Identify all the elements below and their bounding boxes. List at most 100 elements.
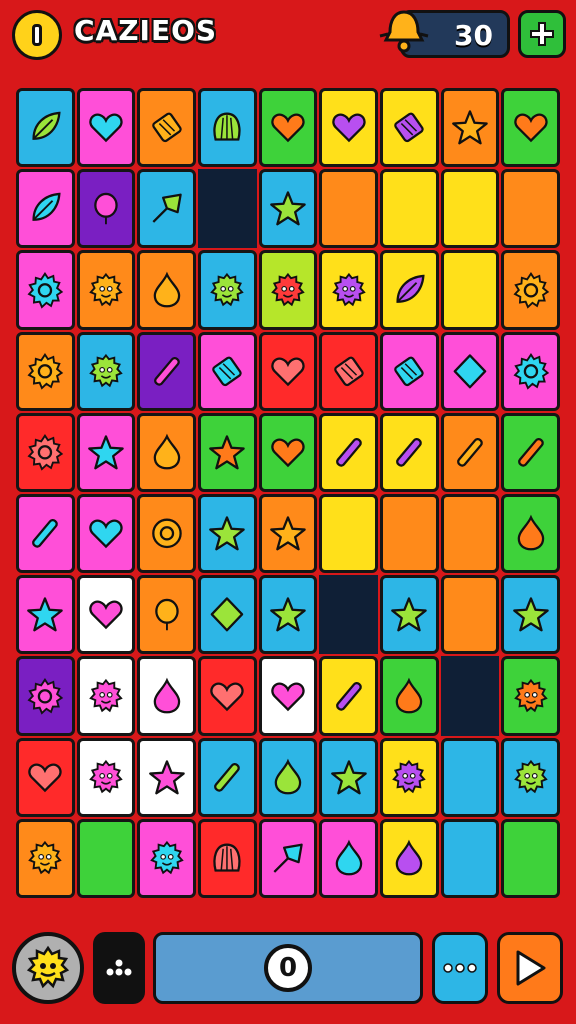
board-tile[interactable] xyxy=(258,250,318,330)
board-tile[interactable] xyxy=(137,250,196,330)
play-button[interactable] xyxy=(497,932,563,1004)
board-tile[interactable] xyxy=(440,331,500,411)
dots-menu-button[interactable] xyxy=(93,932,145,1004)
board-tile[interactable] xyxy=(440,575,500,655)
board-tile[interactable] xyxy=(76,331,136,411)
bell-icon[interactable] xyxy=(378,6,430,58)
board-tile[interactable] xyxy=(319,656,378,736)
board-tile[interactable] xyxy=(258,656,318,736)
board-tile[interactable] xyxy=(137,575,196,655)
board-tile[interactable] xyxy=(16,250,75,330)
board-tile[interactable] xyxy=(76,818,136,898)
back-button[interactable] xyxy=(12,10,62,60)
progress-value: 0 xyxy=(278,953,298,983)
wand-icon xyxy=(32,519,59,548)
board-tile[interactable] xyxy=(198,331,257,411)
add-button[interactable] xyxy=(518,10,566,58)
board-tile[interactable] xyxy=(16,656,75,736)
board-tile[interactable] xyxy=(380,818,439,898)
board-tile[interactable] xyxy=(501,656,560,736)
board-tile[interactable] xyxy=(440,169,500,249)
board-tile[interactable] xyxy=(319,250,378,330)
shell-icon xyxy=(213,112,241,141)
board-tile[interactable] xyxy=(501,250,560,330)
board-tile[interactable] xyxy=(16,737,75,817)
board-tile[interactable] xyxy=(380,88,439,168)
board-tile[interactable] xyxy=(380,250,439,330)
board-tile[interactable] xyxy=(319,331,378,411)
board-tile[interactable] xyxy=(319,412,378,492)
board-tile[interactable] xyxy=(440,494,500,574)
board-tile[interactable] xyxy=(137,412,196,492)
board-tile[interactable] xyxy=(258,575,318,655)
board-tile[interactable] xyxy=(258,494,318,574)
board-tile[interactable] xyxy=(76,656,136,736)
board-tile[interactable] xyxy=(137,656,196,736)
board-tile[interactable] xyxy=(319,88,378,168)
board-tile[interactable] xyxy=(501,575,560,655)
board-tile[interactable] xyxy=(319,494,378,574)
board-tile[interactable] xyxy=(76,169,136,249)
board-tile[interactable] xyxy=(198,88,257,168)
board-tile[interactable] xyxy=(380,331,439,411)
board-tile[interactable] xyxy=(501,412,560,492)
board-tile[interactable] xyxy=(76,737,136,817)
board-tile[interactable] xyxy=(137,737,196,817)
star-icon xyxy=(270,191,306,226)
board-tile[interactable] xyxy=(16,88,75,168)
board-tile[interactable] xyxy=(440,818,500,898)
board-tile[interactable] xyxy=(76,494,136,574)
board-tile[interactable] xyxy=(501,494,560,574)
board-tile[interactable] xyxy=(198,250,257,330)
board-tile[interactable] xyxy=(380,494,439,574)
board-tile[interactable] xyxy=(440,250,500,330)
progress-bar[interactable]: 0 xyxy=(153,932,423,1004)
board-tile[interactable] xyxy=(501,331,560,411)
board-tile[interactable] xyxy=(76,575,136,655)
board-tile[interactable] xyxy=(76,412,136,492)
board-tile[interactable] xyxy=(137,494,196,574)
board-tile[interactable] xyxy=(198,656,257,736)
board-tile[interactable] xyxy=(440,88,500,168)
board-tile[interactable] xyxy=(16,331,75,411)
board-tile[interactable] xyxy=(501,169,560,249)
board-tile[interactable] xyxy=(258,818,318,898)
board-tile[interactable] xyxy=(380,575,439,655)
board-tile[interactable] xyxy=(258,412,318,492)
board-tile[interactable] xyxy=(440,737,500,817)
board-tile[interactable] xyxy=(16,169,75,249)
board-tile[interactable] xyxy=(258,737,318,817)
more-button[interactable] xyxy=(432,932,488,1004)
board-tile[interactable] xyxy=(198,412,257,492)
board-tile[interactable] xyxy=(16,818,75,898)
board-tile[interactable] xyxy=(501,88,560,168)
board-tile[interactable] xyxy=(380,656,439,736)
board-tile[interactable] xyxy=(76,88,136,168)
board-tile[interactable] xyxy=(258,169,318,249)
avatar-button[interactable] xyxy=(12,932,84,1004)
board-tile[interactable] xyxy=(137,818,196,898)
board-tile[interactable] xyxy=(380,169,439,249)
board-tile[interactable] xyxy=(380,737,439,817)
board-tile[interactable] xyxy=(198,818,257,898)
board-tile[interactable] xyxy=(137,169,196,249)
monster-icon xyxy=(89,353,123,388)
board-tile[interactable] xyxy=(380,412,439,492)
board-tile[interactable] xyxy=(501,737,560,817)
board-tile[interactable] xyxy=(16,575,75,655)
board-tile[interactable] xyxy=(16,412,75,492)
board-tile[interactable] xyxy=(319,818,378,898)
board-tile[interactable] xyxy=(319,737,378,817)
board-tile[interactable] xyxy=(258,331,318,411)
board-tile[interactable] xyxy=(258,88,318,168)
board-tile[interactable] xyxy=(76,250,136,330)
board-tile[interactable] xyxy=(137,331,196,411)
board-tile[interactable] xyxy=(319,169,378,249)
board-tile[interactable] xyxy=(198,737,257,817)
board-tile[interactable] xyxy=(501,818,560,898)
board-tile[interactable] xyxy=(16,494,75,574)
board-tile[interactable] xyxy=(198,575,257,655)
board-tile[interactable] xyxy=(137,88,196,168)
board-tile[interactable] xyxy=(198,494,257,574)
board-tile[interactable] xyxy=(440,412,500,492)
